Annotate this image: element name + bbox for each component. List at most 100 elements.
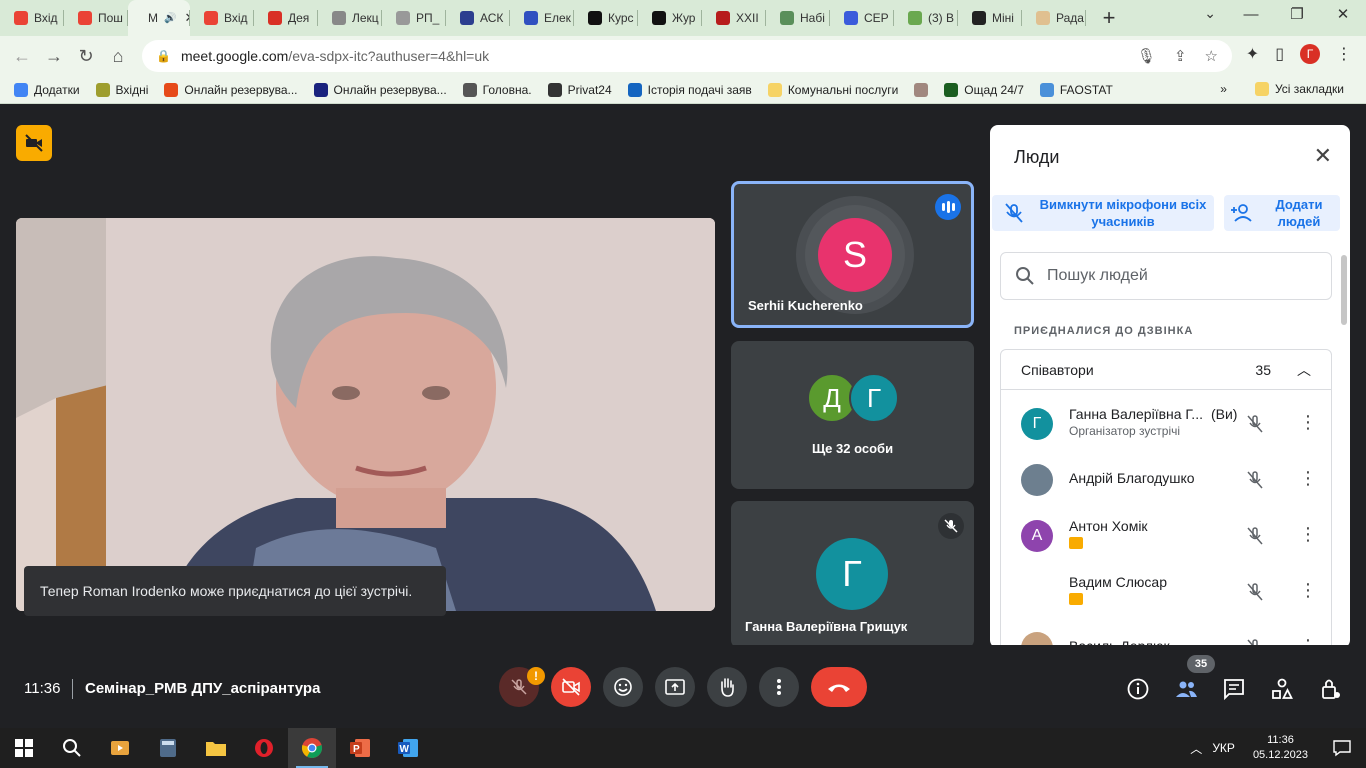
bookmark-item[interactable]: Додатки bbox=[6, 82, 88, 97]
participant-mic-off-icon[interactable] bbox=[1245, 526, 1265, 546]
browser-tab[interactable]: Міні bbox=[958, 0, 1022, 36]
bookmark-item[interactable]: Онлайн резервува... bbox=[156, 82, 305, 97]
taskbar-media-app[interactable] bbox=[96, 728, 144, 768]
start-button[interactable] bbox=[0, 728, 48, 768]
all-bookmarks-folder[interactable]: Усі закладки bbox=[1247, 82, 1352, 96]
browser-tab[interactable]: Жур bbox=[638, 0, 702, 36]
omnibox[interactable]: 🔒 meet.google.com/eva-sdpx-itc?authuser=… bbox=[142, 40, 1232, 72]
forward-button[interactable]: → bbox=[38, 46, 70, 67]
taskbar-chrome[interactable] bbox=[288, 728, 336, 768]
reactions-button[interactable] bbox=[603, 667, 643, 707]
browser-tab[interactable]: Вхід bbox=[190, 0, 254, 36]
tray-clock[interactable]: 11:36 05.12.2023 bbox=[1253, 733, 1308, 763]
browser-tab[interactable]: (3) В bbox=[894, 0, 958, 36]
browser-tab[interactable]: M 🔊 ✕ bbox=[128, 0, 190, 36]
bookmark-item[interactable]: Онлайн резервува... bbox=[306, 82, 455, 97]
share-icon[interactable]: ⇪ bbox=[1174, 47, 1187, 65]
activities-icon[interactable] bbox=[1270, 677, 1294, 701]
browser-tab[interactable]: Лекц bbox=[318, 0, 382, 36]
participant-tile-host[interactable]: Г Ганна Валеріївна Грищук bbox=[731, 501, 974, 648]
tray-overflow-icon[interactable]: ︿ bbox=[1190, 740, 1202, 757]
close-window-button[interactable]: ✕ bbox=[1320, 0, 1366, 30]
participant-more-icon[interactable]: ⋮ bbox=[1299, 412, 1317, 432]
bookmark-item[interactable]: Історія подачі заяв bbox=[620, 82, 760, 97]
minimize-button[interactable]: — bbox=[1228, 0, 1274, 30]
bookmark-star-icon[interactable]: ☆ bbox=[1205, 47, 1218, 65]
browser-tab[interactable]: Набі bbox=[766, 0, 830, 36]
browser-tab[interactable]: Пош bbox=[64, 0, 128, 36]
participant-row[interactable]: Андрій Благодушко ⋮ bbox=[1001, 452, 1331, 508]
audio-playing-icon[interactable]: 🔊 bbox=[164, 13, 176, 24]
reload-button[interactable]: ↻ bbox=[70, 46, 102, 67]
voice-search-icon[interactable]: 🎙 bbox=[1137, 47, 1156, 65]
taskbar-calculator[interactable] bbox=[144, 728, 192, 768]
notifications-icon[interactable] bbox=[1332, 739, 1352, 757]
browser-tab[interactable]: СЕР bbox=[830, 0, 894, 36]
bookmark-item[interactable] bbox=[906, 82, 936, 97]
raise-hand-button[interactable] bbox=[707, 667, 747, 707]
tab-search-icon[interactable]: ⌄ bbox=[1204, 5, 1216, 22]
panel-title: Люди bbox=[1014, 147, 1060, 167]
taskbar-powerpoint[interactable]: P bbox=[336, 728, 384, 768]
collapse-chevron-icon[interactable]: ︿ bbox=[1297, 360, 1311, 380]
participant-tile-group[interactable]: Д Г Ще 32 особи bbox=[731, 341, 974, 489]
add-people-button[interactable]: Додати людей bbox=[1224, 195, 1340, 231]
participant-row[interactable]: А Антон Хомік ⋮ bbox=[1001, 508, 1331, 564]
meeting-info-icon[interactable] bbox=[1126, 677, 1150, 701]
input-language[interactable]: УКР bbox=[1212, 741, 1235, 755]
cohosts-header[interactable]: Співавтори 35 ︿ bbox=[1001, 350, 1331, 390]
profile-avatar[interactable]: Г bbox=[1300, 44, 1320, 64]
browser-tab[interactable]: XXII bbox=[702, 0, 766, 36]
taskbar-opera[interactable] bbox=[240, 728, 288, 768]
chat-icon[interactable] bbox=[1222, 677, 1246, 701]
browser-tab[interactable]: РП_ bbox=[382, 0, 446, 36]
bookmark-item[interactable]: Головна. bbox=[455, 82, 540, 97]
home-button[interactable]: ⌂ bbox=[102, 46, 134, 67]
panel-scrollbar[interactable] bbox=[1341, 255, 1347, 325]
participant-row[interactable]: Г Ганна Валеріївна Г... (Ви) Організатор зу… bbox=[1001, 396, 1331, 452]
participant-row[interactable]: Василь Дерлюк ⋮ bbox=[1001, 620, 1331, 648]
participant-more-icon[interactable]: ⋮ bbox=[1299, 524, 1317, 544]
side-panel-icon[interactable]: ▯ bbox=[1275, 44, 1284, 64]
close-panel-icon[interactable]: ✕ bbox=[1314, 143, 1332, 169]
camera-toggle-button[interactable] bbox=[551, 667, 591, 707]
participant-mic-off-icon[interactable] bbox=[1245, 470, 1265, 490]
bookmark-item[interactable]: Ощад 24/7 bbox=[936, 82, 1032, 97]
browser-tab[interactable]: АСК bbox=[446, 0, 510, 36]
mute-all-button[interactable]: Вимкнути мікрофони всіх учасників bbox=[992, 195, 1214, 231]
browser-tab[interactable]: Дея bbox=[254, 0, 318, 36]
participant-more-icon[interactable]: ⋮ bbox=[1299, 468, 1317, 488]
more-options-button[interactable] bbox=[759, 667, 799, 707]
restore-button[interactable]: ❐ bbox=[1274, 0, 1320, 30]
back-button[interactable]: ← bbox=[6, 46, 38, 67]
lock-icon[interactable]: 🔒 bbox=[156, 49, 171, 63]
participant-mic-off-icon[interactable] bbox=[1245, 582, 1265, 602]
bookmark-item[interactable]: FAOSTAT bbox=[1032, 82, 1121, 97]
bookmarks-overflow-button[interactable]: » bbox=[1220, 82, 1227, 96]
taskbar-file-explorer[interactable] bbox=[192, 728, 240, 768]
people-search-input[interactable]: Пошук людей bbox=[1000, 252, 1332, 300]
taskbar-word[interactable]: W bbox=[384, 728, 432, 768]
menu-icon[interactable]: ⋮ bbox=[1336, 44, 1352, 64]
participant-more-icon[interactable]: ⋮ bbox=[1299, 580, 1317, 600]
leave-call-button[interactable] bbox=[811, 667, 867, 707]
participant-mic-off-icon[interactable] bbox=[1245, 414, 1265, 434]
participant-row[interactable]: Вадим Слюсар ⋮ bbox=[1001, 564, 1331, 620]
host-controls-icon[interactable] bbox=[1318, 677, 1342, 701]
tab-favicon-icon bbox=[844, 11, 858, 25]
add-person-icon bbox=[1231, 204, 1252, 222]
bookmark-item[interactable]: Комунальні послуги bbox=[760, 82, 906, 97]
browser-tab[interactable]: Рада bbox=[1022, 0, 1086, 36]
browser-tab[interactable]: Елек bbox=[510, 0, 574, 36]
browser-tab[interactable]: Курс bbox=[574, 0, 638, 36]
new-tab-button[interactable]: + bbox=[1094, 5, 1124, 31]
browser-tab[interactable]: Вхід bbox=[0, 0, 64, 36]
extensions-icon[interactable]: ✦ bbox=[1246, 44, 1259, 64]
bookmark-item[interactable]: Вхідні bbox=[88, 82, 157, 97]
taskbar-search-button[interactable] bbox=[48, 728, 96, 768]
people-icon[interactable] bbox=[1174, 677, 1198, 701]
participant-tile-speaker[interactable]: S Serhii Kucherenko bbox=[731, 181, 974, 328]
tab-favicon-icon bbox=[652, 11, 666, 25]
bookmark-item[interactable]: Privat24 bbox=[540, 82, 620, 97]
present-screen-button[interactable] bbox=[655, 667, 695, 707]
